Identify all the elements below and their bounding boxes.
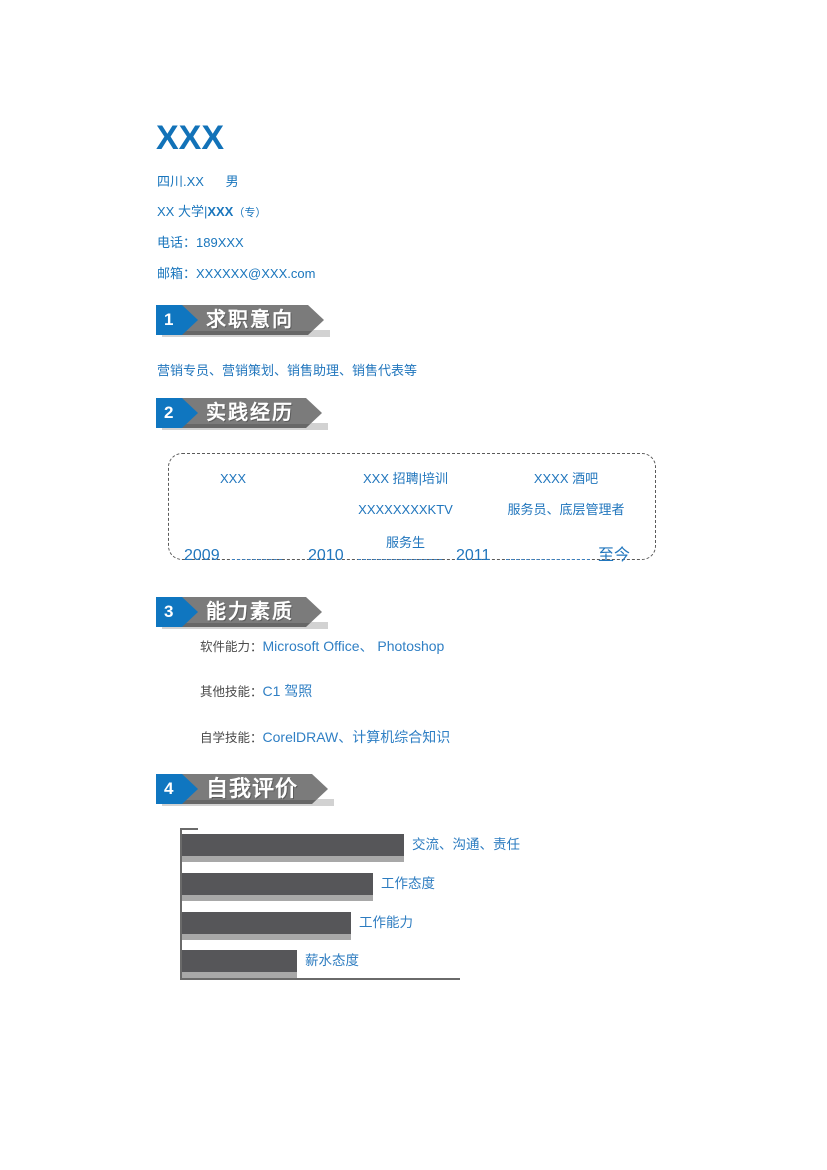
- chart-bar-2: [182, 873, 373, 895]
- chart-bar-label-3: 工作能力: [359, 915, 413, 930]
- timeline-year-2010: 2010: [308, 547, 344, 564]
- chart-bar-shadow-4: [182, 972, 297, 978]
- chart-bar-shadow-3: [182, 934, 351, 940]
- skill-row-selftaught: 自学技能：CorelDRAW、计算机综合知识: [200, 728, 450, 747]
- page-title: XXX: [156, 119, 225, 157]
- chart-bar-label-1: 交流、沟通、责任: [412, 837, 520, 852]
- chart-axis-horizontal: [180, 978, 460, 980]
- experience-company-2-alt: XXXXXXXXKTV: [358, 502, 453, 517]
- chart-bar-1: [182, 834, 404, 856]
- skill-value-other: C1 驾照: [262, 683, 313, 699]
- section-title-1: 求职意向: [206, 309, 294, 331]
- skill-label-selftaught: 自学技能：: [200, 731, 263, 745]
- chart-bar-shadow-1: [182, 856, 404, 862]
- section-title-2: 实践经历: [206, 402, 294, 424]
- chart-bar-label-2: 工作态度: [381, 876, 435, 891]
- education-school: XX 大学|: [157, 204, 208, 219]
- education-major: XXX: [207, 204, 234, 219]
- timeline-year-2009: 2009: [184, 547, 220, 564]
- resume-page: XXX 四川.XX 男 XX 大学|XXX（专） 电话：189XXX 邮箱：XX…: [0, 0, 827, 1170]
- chart-bar-label-4: 薪水态度: [305, 953, 359, 968]
- section-header-self-evaluation: 4 自我评价: [156, 774, 334, 806]
- self-evaluation-bar-chart: 交流、沟通、责任 工作态度 工作能力 薪水态度: [180, 828, 520, 980]
- timeline-year-2011: 2011: [456, 547, 491, 564]
- education-degree: （专）: [233, 207, 267, 219]
- experience-role-3: 服务员、底层管理者: [507, 502, 625, 517]
- section-title-4: 自我评价: [206, 776, 299, 801]
- experience-timeline: 2009 2010 2011 至今: [180, 546, 650, 568]
- section-header-job-objective: 1 求职意向: [156, 305, 330, 337]
- chart-axis-top-tick: [180, 828, 198, 830]
- contact-origin-gender: 四川.XX 男: [157, 174, 239, 189]
- section-header-skills: 3 能力素质: [156, 597, 328, 629]
- section-title-3: 能力素质: [206, 601, 294, 623]
- experience-company-2: XXX 招聘|培训: [362, 471, 448, 486]
- chart-bar-3: [182, 912, 351, 934]
- skill-row-other: 其他技能：C1 驾照: [200, 682, 312, 701]
- contact-email: 邮箱：XXXXXX@XXX.com: [157, 266, 316, 281]
- experience-company-3: XXXX 酒吧: [533, 471, 599, 486]
- job-objective-text: 营销专员、营销策划、销售助理、销售代表等: [157, 363, 418, 378]
- experience-company-1: XXX: [219, 471, 246, 486]
- skill-value-software: Microsoft Office、 Photoshop: [262, 638, 445, 654]
- chart-bar-shadow-2: [182, 895, 373, 901]
- skill-row-software: 软件能力：Microsoft Office、 Photoshop: [200, 637, 444, 656]
- skill-value-selftaught: CorelDRAW、计算机综合知识: [262, 729, 451, 745]
- skill-label-other: 其他技能：: [200, 685, 263, 699]
- section-header-experience: 2 实践经历: [156, 398, 328, 430]
- skill-label-software: 软件能力：: [200, 640, 263, 654]
- chart-bar-4: [182, 950, 297, 972]
- contact-education: XX 大学|XXX（专）: [157, 204, 266, 221]
- timeline-present: 至今: [598, 547, 631, 564]
- contact-phone: 电话：189XXX: [157, 235, 244, 250]
